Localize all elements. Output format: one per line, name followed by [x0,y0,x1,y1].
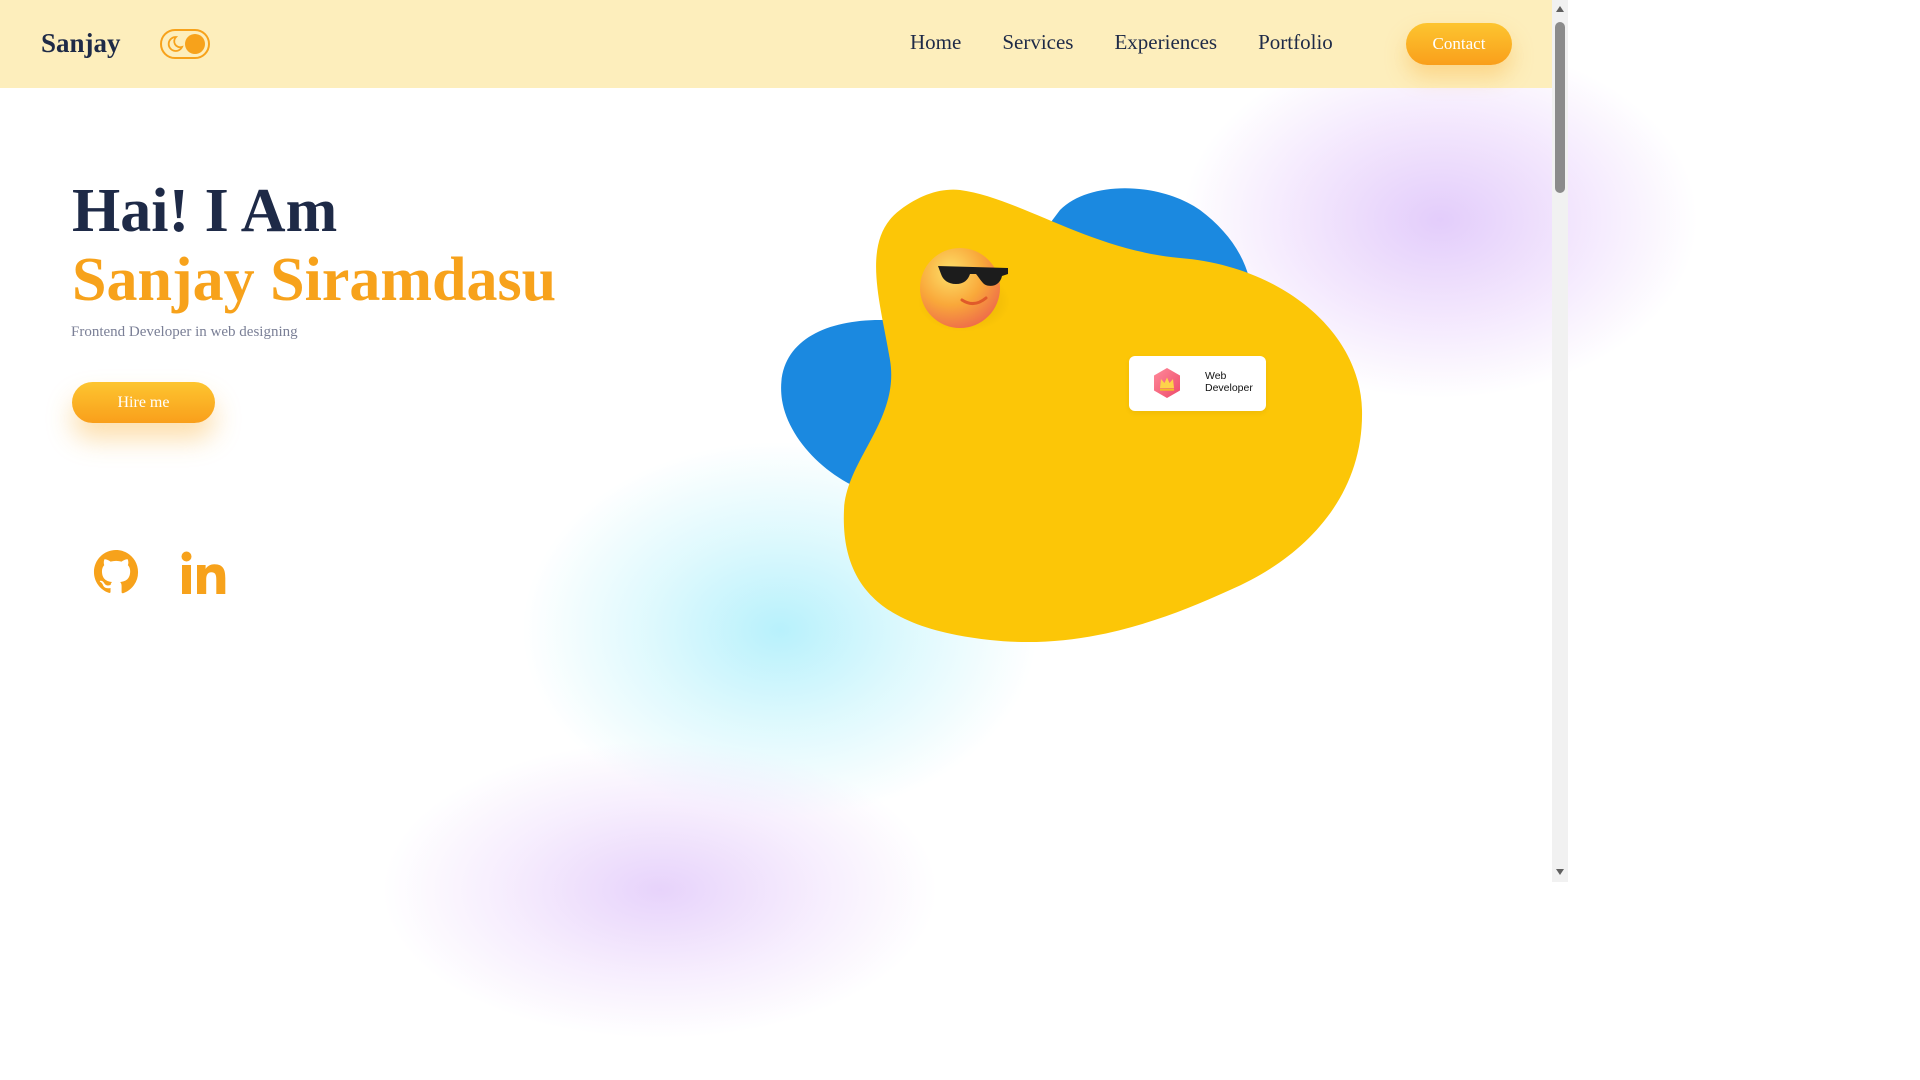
hero-greeting: Hai! I Am [72,177,338,245]
navbar: Sanjay Home Services Experiences Portfol… [0,0,1552,88]
theme-toggle[interactable] [160,29,210,59]
linkedin-icon[interactable] [181,551,229,595]
moon-icon [167,36,184,52]
nav-link-portfolio[interactable]: Portfolio [1258,30,1333,55]
github-icon[interactable] [93,549,139,595]
nav-link-experiences[interactable]: Experiences [1114,30,1217,55]
contact-button[interactable]: Contact [1406,23,1512,65]
nav-link-services[interactable]: Services [1002,30,1073,55]
badge-label: Web Developer [1205,370,1265,394]
web-developer-badge: Web Developer [1129,356,1266,411]
hero-blob-illustration [781,188,1363,643]
badge-line-2: Developer [1205,381,1253,394]
scrollbar-thumb[interactable] [1555,22,1565,193]
toggle-knob [185,34,205,54]
crown-icon [1154,368,1180,398]
site-logo[interactable]: Sanjay [41,28,121,59]
scroll-down-arrow-icon[interactable] [1554,866,1566,878]
hire-me-button[interactable]: Hire me [72,382,215,423]
background-glow-purple-bottom [380,740,940,1040]
badge-line-1: Web [1205,370,1227,382]
nav-link-home[interactable]: Home [910,30,961,55]
hero-subtitle: Frontend Developer in web designing [71,324,298,340]
hero-name: Sanjay Siramdasu [72,246,557,314]
nav-links: Home Services Experiences Portfolio [910,30,1374,55]
scroll-up-arrow-icon[interactable] [1554,3,1566,15]
sunglasses-emoji-icon [918,248,1010,332]
